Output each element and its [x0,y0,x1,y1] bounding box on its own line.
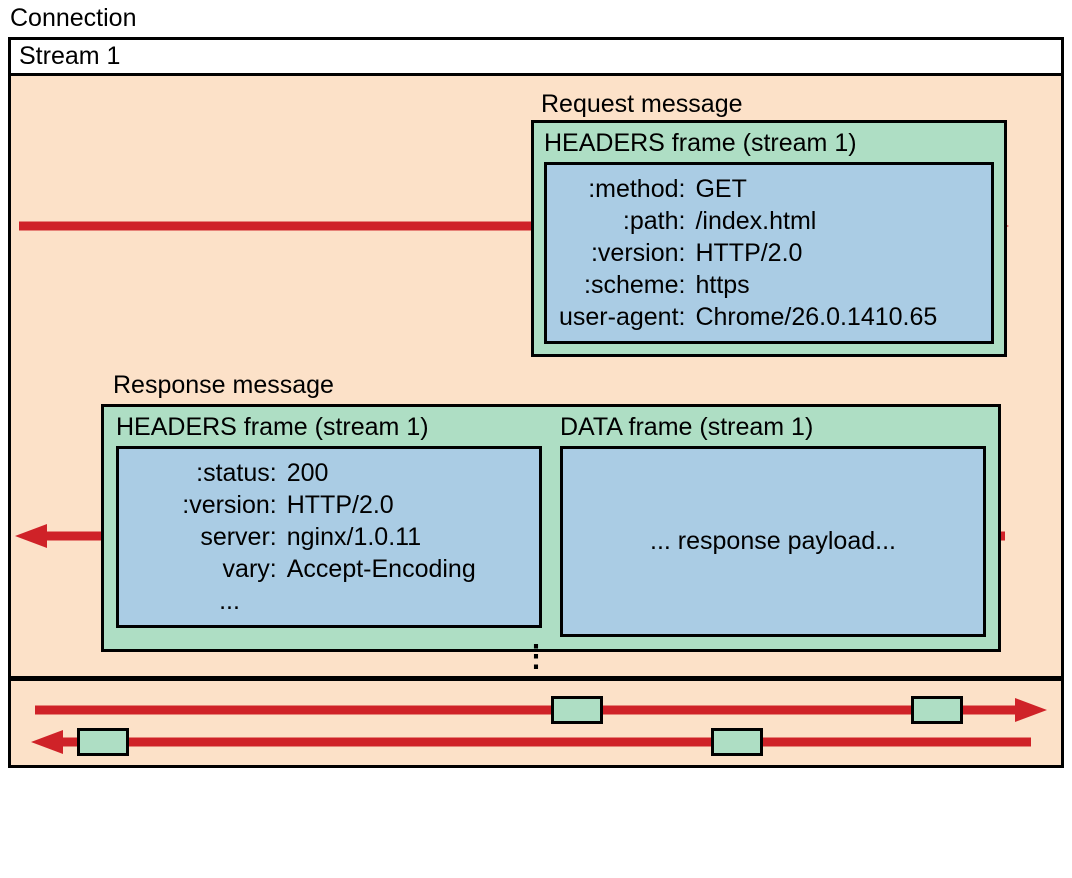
header-value: Chrome/26.0.1410.65 [695,301,937,333]
header-value: nginx/1.0.11 [287,521,476,553]
request-headers-table: :method: GET :path: /index.html :version… [559,173,937,333]
table-row: :version: HTTP/2.0 [559,237,937,269]
stream1-body: Request message HEADERS frame (stream 1)… [11,76,1061,679]
response-data-frame-inner: ... response payload... [560,446,986,637]
header-key: :version: [182,489,286,521]
response-headers-column: HEADERS frame (stream 1) :status: 200 :v… [116,413,542,637]
streamN-body [11,681,1061,765]
table-row: :method: GET [559,173,937,205]
header-value: HTTP/2.0 [287,489,476,521]
header-key: :version: [559,237,695,269]
header-key: :status: [182,457,286,489]
response-headers-frame-inner: :status: 200 :version: HTTP/2.0 server: [116,446,542,628]
header-ellipsis: ... [182,585,286,617]
header-value: Accept-Encoding [287,553,476,585]
header-key: user-agent: [559,301,695,333]
request-message-label: Request message [541,90,743,119]
mini-frame-icon [77,728,129,756]
mini-frame-icon [911,696,963,724]
streamN-left-arrow-icon [11,727,1051,757]
table-row: vary: Accept-Encoding [182,553,476,585]
table-row: :status: 200 [182,457,476,489]
stream1-header: Stream 1 [11,40,1061,76]
mini-frame-icon [711,728,763,756]
header-key: :path: [559,205,695,237]
request-headers-frame: HEADERS frame (stream 1) :method: GET :p… [531,120,1007,357]
connection-label: Connection [10,4,1064,33]
header-value: /index.html [695,205,937,237]
header-value: https [695,269,937,301]
request-headers-frame-inner: :method: GET :path: /index.html :version… [544,162,994,344]
header-value [287,585,476,617]
response-data-column: DATA frame (stream 1) ... response paylo… [560,413,986,637]
response-headers-table: :status: 200 :version: HTTP/2.0 server: [182,457,476,617]
table-row: :version: HTTP/2.0 [182,489,476,521]
header-value: HTTP/2.0 [695,237,937,269]
header-value: 200 [287,457,476,489]
table-row: ... [182,585,476,617]
table-row: user-agent: Chrome/26.0.1410.65 [559,301,937,333]
header-key: vary: [182,553,286,585]
connection-box: Stream 1 Request message HEADERS frame (… [8,37,1064,768]
response-frame: HEADERS frame (stream 1) :status: 200 :v… [101,404,1001,652]
response-payload-text: ... response payload... [650,527,896,556]
table-row: :scheme: https [559,269,937,301]
header-key: :method: [559,173,695,205]
response-message-label: Response message [113,371,1031,400]
header-value: GET [695,173,937,205]
response-area: Response message HEADERS frame (stream 1… [41,371,1031,652]
header-key: :scheme: [559,269,695,301]
response-headers-frame-title: HEADERS frame (stream 1) [116,413,542,442]
request-headers-frame-title: HEADERS frame (stream 1) [544,129,994,158]
response-data-frame-title: DATA frame (stream 1) [560,413,986,442]
streamN-right-arrow-icon [11,695,1051,725]
header-key: server: [182,521,286,553]
table-row: server: nginx/1.0.11 [182,521,476,553]
request-area: Request message HEADERS frame (stream 1)… [41,96,1031,351]
mini-frame-icon [551,696,603,724]
table-row: :path: /index.html [559,205,937,237]
